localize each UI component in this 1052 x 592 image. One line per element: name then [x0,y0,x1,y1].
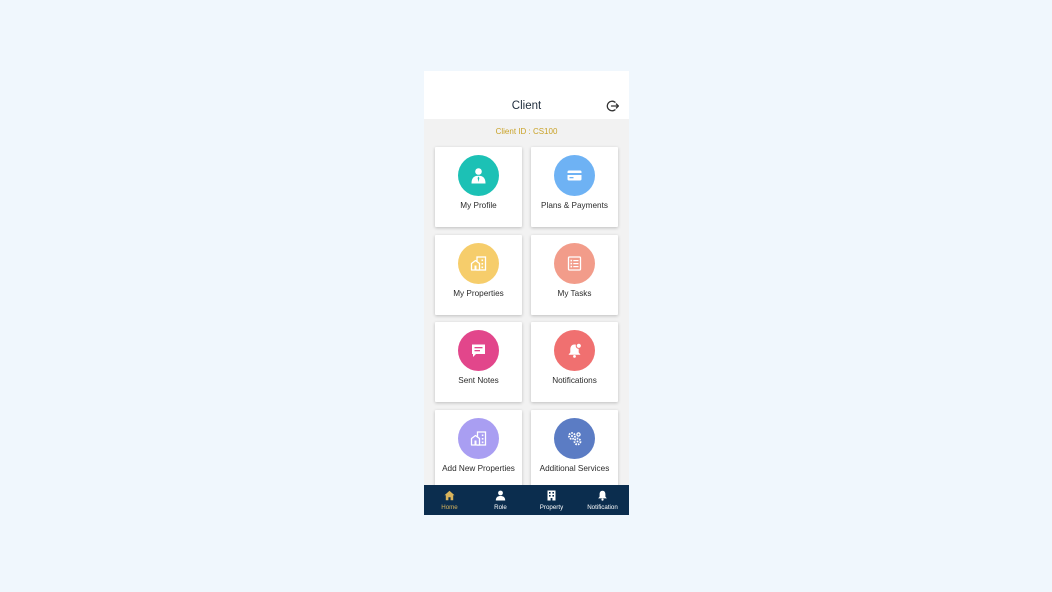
bottom-navigation: Home Role Property Notification [424,485,629,515]
nav-property[interactable]: Property [526,485,577,515]
building-icon [458,243,499,284]
home-icon [444,490,455,501]
tile-label: My Tasks [557,289,592,298]
user-icon [458,155,499,196]
nav-label: Notification [587,504,618,511]
tile-my-profile[interactable]: My Profile [435,147,522,227]
tile-additional-services[interactable]: Additional Services [531,410,618,490]
nav-notification[interactable]: Notification [577,485,628,515]
tile-add-new-properties[interactable]: Add New Properties [435,410,522,490]
tile-my-properties[interactable]: My Properties [435,235,522,315]
nav-role[interactable]: Role [475,485,526,515]
credit-card-icon [554,155,595,196]
task-list-icon [554,243,595,284]
gears-icon [554,418,595,459]
property-icon [547,490,556,501]
tile-label: My Properties [453,289,504,298]
person-icon [495,490,506,501]
tile-label: Additional Services [539,464,610,473]
tile-label: Sent Notes [458,376,499,385]
nav-home[interactable]: Home [424,485,475,515]
tile-label: My Profile [460,201,497,210]
nav-label: Property [539,504,564,511]
tile-my-tasks[interactable]: My Tasks [531,235,618,315]
nav-label: Home [441,504,458,511]
add-property-icon [458,418,499,459]
tile-label: Notifications [552,376,597,385]
tile-label: Add New Properties [442,464,515,473]
tile-sent-notes[interactable]: Sent Notes [435,322,522,402]
tile-plans-payments[interactable]: Plans & Payments [531,147,618,227]
phone-screen: Client Client ID : CS100 My Profile Plan… [424,71,629,515]
tile-label: Plans & Payments [541,201,608,210]
menu-grid: My Profile Plans & Payments My Propertie… [424,71,629,490]
note-icon [458,330,499,371]
bell-icon [554,330,595,371]
nav-label: Role [494,504,507,511]
bell-icon [598,490,607,501]
tile-notifications[interactable]: Notifications [531,322,618,402]
